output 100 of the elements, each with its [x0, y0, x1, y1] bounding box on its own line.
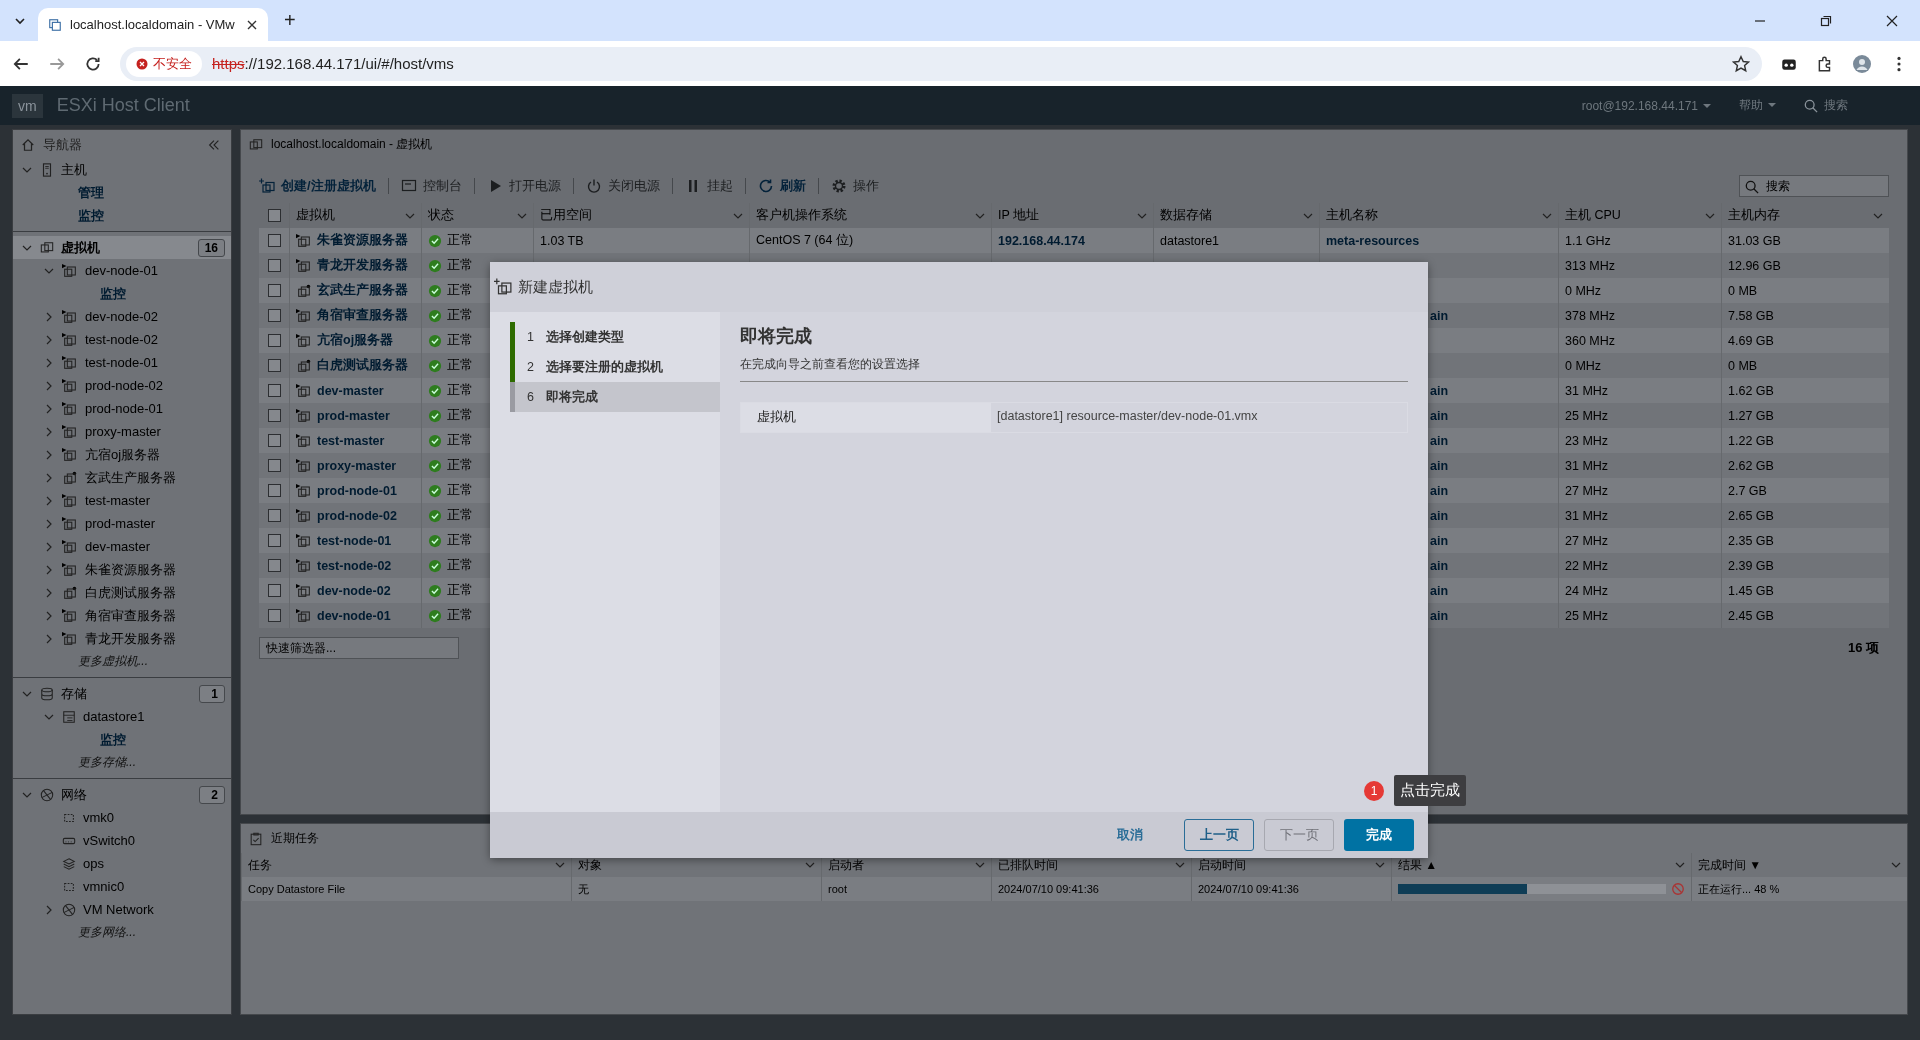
chevron-icon[interactable] [975, 860, 985, 870]
tree-item[interactable]: datastore1 [13, 705, 231, 728]
checkbox[interactable] [267, 384, 281, 397]
more-link[interactable]: 更多网络... [13, 921, 231, 944]
tree-item[interactable]: 角宿审查服务器 [13, 604, 231, 627]
checkbox[interactable] [267, 434, 281, 447]
tree-item[interactable]: 主机 [13, 158, 231, 181]
chevron-icon[interactable] [1175, 860, 1185, 870]
chevron-icon[interactable] [44, 472, 54, 483]
tree-item[interactable]: VM Network [13, 898, 231, 921]
vm-link[interactable]: 青龙开发服务器 [317, 257, 408, 274]
checkbox[interactable] [267, 534, 281, 547]
tree-item[interactable]: 监控 [13, 282, 231, 305]
vm-link[interactable]: 角宿审查服务器 [317, 307, 408, 324]
tree-item[interactable]: ops [13, 852, 231, 875]
cancel-button[interactable]: 取消 [1104, 819, 1156, 851]
tree-item[interactable]: test-node-01 [13, 351, 231, 374]
checkbox[interactable] [267, 284, 281, 297]
tree-item[interactable]: 亢宿oj服务器 [13, 443, 231, 466]
checkbox[interactable] [267, 459, 281, 472]
tree-item[interactable]: 青龙开发服务器 [13, 627, 231, 650]
star-icon[interactable] [1732, 54, 1750, 73]
tree-item[interactable]: 白虎测试服务器 [13, 581, 231, 604]
tree-item[interactable]: vSwitch0 [13, 829, 231, 852]
tree-item[interactable]: proxy-master [13, 420, 231, 443]
tree-item[interactable]: 网络 2 [13, 783, 231, 806]
security-chip[interactable]: 不安全 [126, 50, 202, 77]
collapse-icon[interactable] [207, 138, 221, 152]
tree-item[interactable]: dev-master [13, 535, 231, 558]
vm-link[interactable]: prod-node-02 [317, 508, 397, 523]
tree-item[interactable]: test-master [13, 489, 231, 512]
tree-item[interactable]: dev-node-01 [13, 259, 231, 282]
vm-link[interactable]: prod-master [317, 408, 390, 423]
chevron-icon[interactable] [44, 518, 54, 529]
checkbox[interactable] [267, 209, 281, 222]
ip-link[interactable]: 192.168.44.174 [998, 233, 1085, 248]
chevron-icon[interactable] [44, 904, 54, 915]
tree-item[interactable]: vmk0 [13, 806, 231, 829]
restore-icon[interactable] [1820, 14, 1832, 27]
tree-item[interactable]: dev-node-02 [13, 305, 231, 328]
search-button[interactable]: 搜索 [1804, 97, 1848, 114]
chevron-icon[interactable] [44, 334, 54, 345]
checkbox[interactable] [267, 559, 281, 572]
chevron-icon[interactable] [44, 587, 54, 598]
more-link[interactable]: 更多存储... [13, 751, 231, 774]
toolbar-button[interactable]: 刷新 [757, 177, 806, 195]
checkbox[interactable] [267, 259, 281, 272]
vm-link[interactable]: 亢宿oj服务器 [317, 332, 394, 349]
vm-link[interactable]: 朱雀资源服务器 [317, 232, 408, 249]
chevron-icon[interactable] [555, 860, 565, 870]
previous-button[interactable]: 上一页 [1184, 819, 1254, 851]
finish-button[interactable]: 完成 [1344, 819, 1414, 851]
chevron-icon[interactable] [44, 449, 54, 460]
chevron-icon[interactable] [44, 610, 54, 621]
host-link[interactable]: meta-resources [1326, 233, 1420, 248]
quick-filter-field[interactable]: 快速筛选器... [259, 637, 459, 659]
chevron-icon[interactable] [1375, 860, 1385, 870]
tree-item[interactable]: 监控 [13, 728, 231, 751]
chevron-icon[interactable] [44, 357, 54, 368]
close-icon[interactable] [246, 18, 258, 31]
chevron-icon[interactable] [44, 380, 54, 391]
tree-item[interactable]: 监控 [13, 204, 231, 227]
checkbox[interactable] [267, 309, 281, 322]
vm-link[interactable]: prod-node-01 [317, 483, 397, 498]
address-bar[interactable]: 不安全 https://192.168.44.171/ui/#/host/vms [120, 46, 1762, 81]
chevron-icon[interactable] [44, 311, 54, 322]
close-icon[interactable] [1886, 14, 1898, 27]
tree-item[interactable]: test-node-02 [13, 328, 231, 351]
vm-link[interactable]: dev-node-01 [317, 608, 391, 623]
wizard-step[interactable]: 6 即将完成 [510, 382, 720, 412]
help-menu[interactable]: 帮助 [1739, 97, 1776, 114]
tree-item[interactable]: 玄武生产服务器 [13, 466, 231, 489]
tree-item[interactable]: prod-node-02 [13, 374, 231, 397]
chevron-icon[interactable] [1891, 860, 1901, 870]
reload-icon[interactable] [84, 54, 102, 73]
vm-link[interactable]: 玄武生产服务器 [317, 282, 408, 299]
chevron-icon[interactable] [805, 860, 815, 870]
wizard-step[interactable]: 1 选择创建类型 [510, 322, 720, 352]
checkbox[interactable] [267, 584, 281, 597]
chevron-icon[interactable] [1675, 860, 1685, 870]
checkbox[interactable] [267, 334, 281, 347]
vm-link[interactable]: test-node-02 [317, 558, 392, 573]
chevron-icon[interactable] [44, 564, 54, 575]
vm-link[interactable]: test-node-01 [317, 533, 392, 548]
search-field[interactable]: 搜索 [1739, 175, 1889, 197]
more-link[interactable]: 更多虚拟机... [13, 650, 231, 673]
vm-link[interactable]: dev-master [317, 383, 384, 398]
checkbox[interactable] [267, 609, 281, 622]
tree-item[interactable]: prod-node-01 [13, 397, 231, 420]
checkbox[interactable] [267, 359, 281, 372]
new-tab-button[interactable]: + [278, 9, 302, 32]
browser-tab[interactable]: localhost.localdomain - VMw [38, 8, 268, 41]
chevron-icon[interactable] [44, 403, 54, 414]
checkbox[interactable] [267, 234, 281, 247]
user-menu[interactable]: root@192.168.44.171 [1581, 98, 1711, 113]
chevron-icon[interactable] [44, 633, 54, 644]
tree-item[interactable]: 管理 [13, 181, 231, 204]
avatar-icon[interactable] [1852, 53, 1872, 74]
checkbox[interactable] [267, 509, 281, 522]
vm-link[interactable]: dev-node-02 [317, 583, 391, 598]
